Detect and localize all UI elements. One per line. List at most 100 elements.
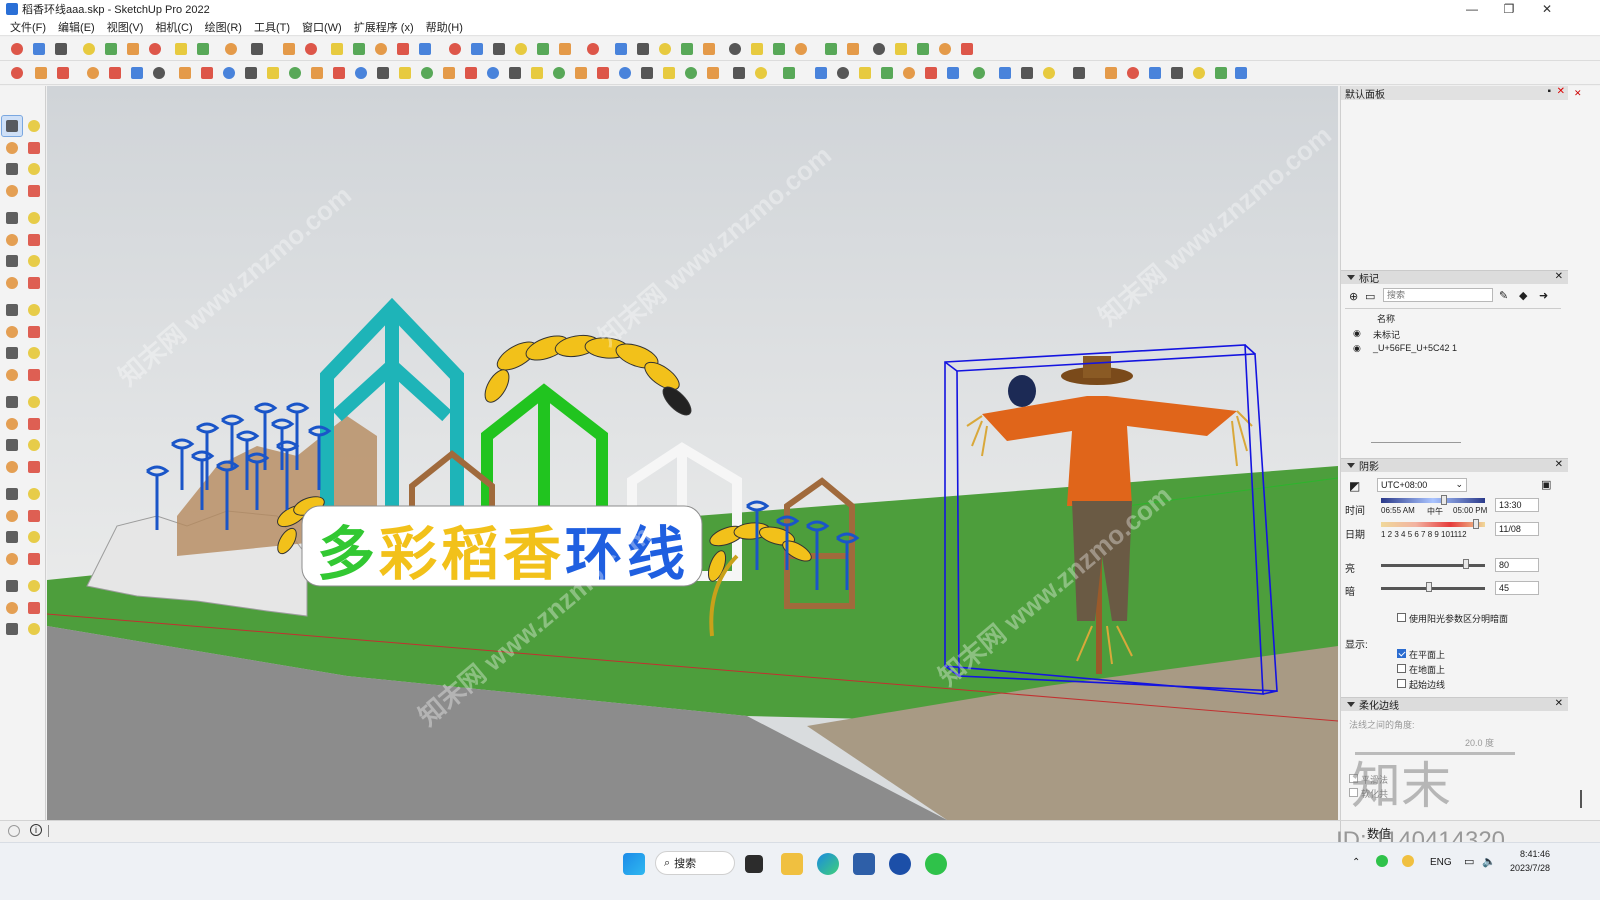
toolbar-button[interactable] [172,40,190,58]
clock-date[interactable]: 2023/7/28 [1510,863,1550,873]
add-tag-icon[interactable]: ⊕ [1349,290,1358,303]
tool-palette-button[interactable] [24,414,44,434]
toolbar-button[interactable] [394,40,412,58]
menu-tools[interactable]: 工具(T) [248,19,296,35]
toolbar-button[interactable] [748,40,766,58]
tags-search-input[interactable]: 搜索 [1383,288,1493,302]
toolbar-button[interactable] [726,40,744,58]
soften-section-header[interactable]: 柔化边线 ✕ [1341,697,1569,712]
toolbar-button[interactable] [834,64,852,82]
clock-time[interactable]: 8:41:46 [1520,849,1550,859]
shadows-section-header[interactable]: 阴影 ✕ [1341,458,1569,473]
toolbar-button[interactable] [844,40,862,58]
toolbar-button[interactable] [32,64,50,82]
toolbar-button[interactable] [128,64,146,82]
shadow-toggle-icon[interactable]: ◩ [1349,479,1360,493]
toolbar-button[interactable] [1102,64,1120,82]
toolbar-button[interactable] [308,64,326,82]
toolbar-button[interactable] [84,64,102,82]
tool-palette-button[interactable] [2,527,22,547]
tool-palette-button[interactable] [2,484,22,504]
menu-edit[interactable]: 编辑(E) [52,19,101,35]
toolbar-button[interactable] [900,64,918,82]
tool-palette-button[interactable] [24,484,44,504]
toolbar-button[interactable] [440,64,458,82]
tool-palette-button[interactable] [24,392,44,412]
toolbar-button[interactable] [80,40,98,58]
tool-palette-button[interactable] [2,619,22,639]
weather-icon[interactable] [1402,855,1414,867]
toolbar-button[interactable] [102,40,120,58]
timezone-select[interactable]: UTC+08:00 ⌄ [1377,478,1467,492]
tool-palette-button[interactable] [2,208,22,228]
toolbar-button[interactable] [30,40,48,58]
tool-palette-button[interactable] [24,365,44,385]
tray-close-icon[interactable]: ✕ [1574,88,1582,99]
toolbar-button[interactable] [914,40,932,58]
toolbar-button[interactable] [812,64,830,82]
tool-palette-button[interactable] [24,300,44,320]
toolbar-button[interactable] [922,64,940,82]
wechat-tray-icon[interactable] [1376,855,1388,867]
tool-palette-button[interactable] [2,138,22,158]
tool-palette-button[interactable] [24,116,44,136]
toolbar-button[interactable] [704,64,722,82]
toolbar-button[interactable] [936,40,954,58]
toolbar-button[interactable] [572,64,590,82]
tags-section-header[interactable]: 标记 ✕ [1341,270,1569,285]
tool-palette-button[interactable] [24,506,44,526]
time-slider[interactable] [1381,498,1485,503]
pin-icon[interactable]: ▪ [1547,86,1551,97]
tool-palette-button[interactable] [2,549,22,569]
toolbar-button[interactable] [612,40,630,58]
toolbar-button[interactable] [634,40,652,58]
date-slider[interactable] [1381,522,1485,527]
toolbar-button[interactable] [1212,64,1230,82]
dark-slider-knob[interactable] [1426,582,1432,592]
date-slider-knob[interactable] [1473,519,1479,529]
tray-close-button[interactable]: ✕ [1557,86,1565,97]
toolbar-button[interactable] [484,64,502,82]
toolbar-button[interactable] [996,64,1014,82]
tool-palette-button[interactable] [2,300,22,320]
toolbar-button[interactable] [264,64,282,82]
toolbar-button[interactable] [1124,64,1142,82]
toolbar-button[interactable] [372,40,390,58]
toolbar-button[interactable] [220,64,238,82]
toolbar-button[interactable] [374,64,392,82]
input-language[interactable]: ENG [1430,857,1452,868]
tool-palette-button[interactable] [24,322,44,342]
dark-input[interactable]: 45 [1495,581,1539,595]
eye-icon[interactable]: ◉ [1353,343,1361,354]
use-sun-checkbox[interactable] [1397,613,1406,622]
toolbar-button[interactable] [770,40,788,58]
toolbar-button[interactable] [52,40,70,58]
tool-palette-button[interactable] [24,208,44,228]
toolbar-button[interactable] [506,64,524,82]
toolbar-button[interactable] [682,64,700,82]
paint-app-icon[interactable] [853,853,875,875]
menu-camera[interactable]: 相机(C) [149,19,198,35]
toolbar-button[interactable] [468,40,486,58]
scene-canvas[interactable]: 多彩稻香环线 [47,86,1338,820]
edge-browser-icon[interactable] [817,853,839,875]
toolbar-button[interactable] [462,64,480,82]
toolbar-button[interactable] [970,64,988,82]
tool-palette-button[interactable] [2,598,22,618]
tool-palette-button[interactable] [24,619,44,639]
task-view-icon[interactable] [745,855,763,873]
shadows-close-button[interactable]: ✕ [1555,459,1563,470]
toolbar-button[interactable] [656,40,674,58]
toolbar-button[interactable] [8,64,26,82]
toolbar-button[interactable] [1168,64,1186,82]
toolbar-button[interactable] [106,64,124,82]
tool-palette-button[interactable] [2,365,22,385]
tool-palette-button[interactable] [1,115,23,137]
start-button[interactable] [623,853,645,875]
tool-palette-button[interactable] [24,138,44,158]
pencil-icon[interactable]: ✎ [1499,289,1508,302]
tool-palette-button[interactable] [2,251,22,271]
tool-palette-button[interactable] [24,251,44,271]
toolbar-button[interactable] [176,64,194,82]
eye-icon[interactable]: ◉ [1353,328,1361,339]
